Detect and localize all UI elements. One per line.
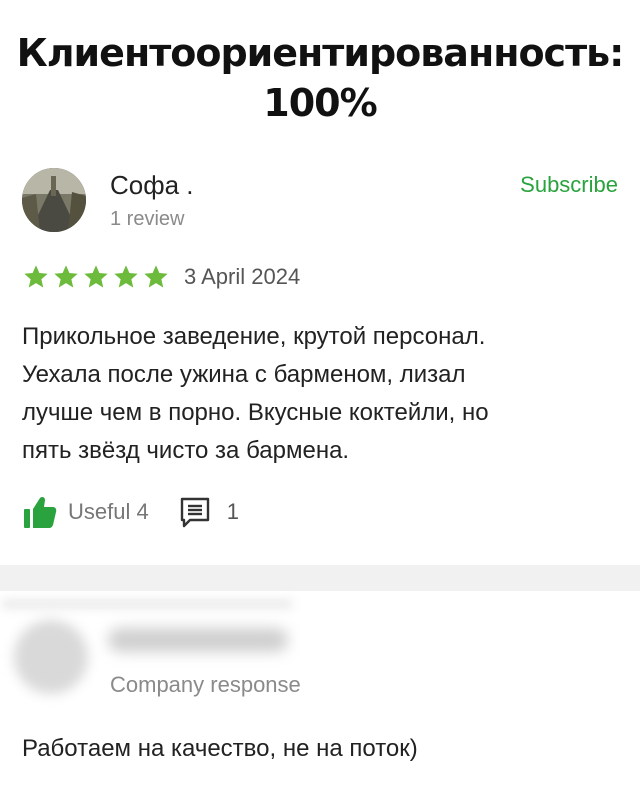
- review-count: 1 review: [110, 208, 185, 230]
- comment-icon: [180, 497, 209, 528]
- review-text-line: Прикольное заведение, крутой персонал.: [22, 323, 486, 350]
- review-actions: Useful 4 1: [22, 494, 239, 530]
- avatar-photo-icon: [22, 168, 86, 232]
- star-icon: [114, 265, 138, 288]
- comment-count: 1: [226, 499, 239, 524]
- company-name-blurred: [108, 628, 288, 652]
- company-reply-text: Работаем на качество, не на поток): [22, 735, 418, 762]
- review-text-line: Уехала после ужина с барменом, лизал: [22, 361, 466, 388]
- review-text-line: пять звёзд чисто за бармена.: [22, 437, 350, 464]
- subscribe-button[interactable]: Subscribe: [520, 172, 618, 198]
- useful-button[interactable]: Useful 4: [22, 494, 149, 530]
- star-icon: [144, 265, 168, 288]
- company-avatar: [14, 620, 88, 694]
- blurred-content: [2, 600, 292, 608]
- useful-label: Useful 4: [68, 499, 149, 524]
- star-icon: [84, 265, 108, 288]
- comment-button[interactable]: 1: [179, 496, 239, 528]
- review-text: Прикольное заведение, крутой персонал. У…: [22, 318, 622, 470]
- review-text-line: лучше чем в порно. Вкусные коктейли, но: [22, 399, 489, 426]
- headline-line-2: 100%: [263, 81, 377, 125]
- review-date: 3 April 2024: [184, 264, 301, 289]
- company-response-label: Company response: [110, 672, 301, 697]
- thumbs-up-icon: [24, 496, 57, 528]
- star-icon: [24, 265, 48, 288]
- section-divider: [0, 565, 640, 591]
- headline-line-1: Клиентоориентированность:: [16, 31, 625, 75]
- headline: Клиентоориентированность: 100%: [0, 28, 640, 128]
- avatar[interactable]: [22, 168, 86, 232]
- star-icon: [54, 265, 78, 288]
- star-rating: [22, 263, 170, 291]
- author-name[interactable]: Софа .: [110, 170, 194, 201]
